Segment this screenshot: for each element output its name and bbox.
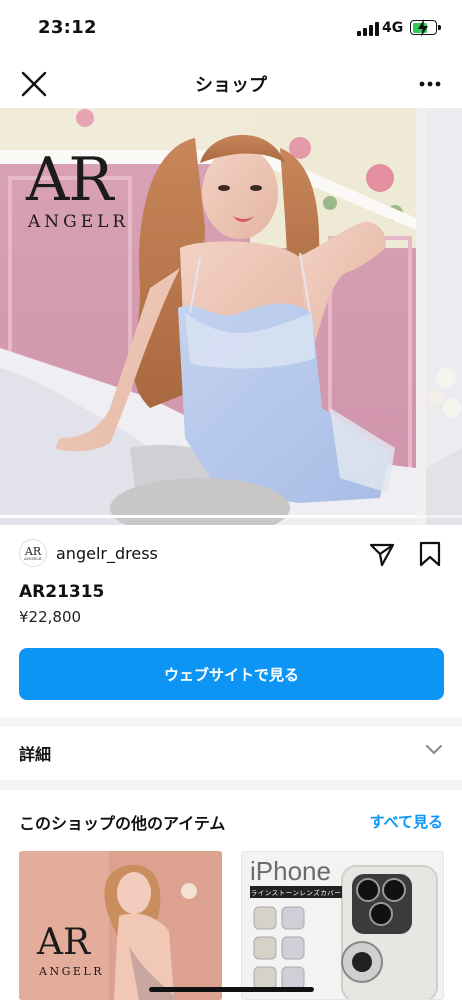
shop-item-logo-name: ANGELR xyxy=(39,965,104,978)
product-code: AR21315 xyxy=(19,582,105,602)
more-items-header: このショップの他のアイテム すべて見る xyxy=(0,800,462,840)
status-time: 23:12 xyxy=(38,17,97,38)
status-bar: 23:12 4G xyxy=(0,0,462,60)
details-section-toggle[interactable]: 詳細 xyxy=(0,727,462,780)
carousel-progress xyxy=(0,515,462,518)
page-title: ショップ xyxy=(195,75,267,96)
avatar-logo-name: ANGELR xyxy=(24,556,42,561)
shop-item-brand: iPhone xyxy=(250,856,331,886)
shop-item-banner: ラインストーンレンズカバー xyxy=(250,886,342,898)
more-horizontal-icon[interactable] xyxy=(412,70,448,98)
next-photo-peek[interactable] xyxy=(426,108,462,525)
bookmark-icon[interactable] xyxy=(417,540,443,568)
see-all-link[interactable]: すべて見る xyxy=(370,811,443,832)
brand-logo: AR ANGELR xyxy=(26,150,129,232)
avatar[interactable]: AR ANGELR xyxy=(19,539,47,567)
seller-row: AR ANGELR angelr_dress xyxy=(0,535,462,577)
next-photo-illustration xyxy=(426,108,462,525)
more-items-title: このショップの他のアイテム xyxy=(19,814,226,833)
view-website-button[interactable]: ウェブサイトで見る xyxy=(19,648,444,700)
avatar-logo-mark: AR xyxy=(24,544,42,558)
product-price: ¥22,800 xyxy=(19,608,82,626)
brand-logo-mark: AR xyxy=(26,145,114,215)
seller-username[interactable]: angelr_dress xyxy=(56,544,158,563)
chevron-down-icon xyxy=(426,745,442,754)
nav-bar: ショップ xyxy=(0,60,462,108)
shop-item-card[interactable]: iPhone ラインストーンレンズカバー xyxy=(241,851,444,1000)
home-indicator[interactable] xyxy=(149,987,314,992)
product-image-carousel[interactable]: AR ANGELR xyxy=(0,108,462,525)
details-label: 詳細 xyxy=(19,745,52,764)
network-type: 4G xyxy=(382,20,404,36)
signal-icon xyxy=(357,22,379,36)
section-divider xyxy=(0,717,462,727)
shop-item-logo-mark: AR xyxy=(37,922,91,963)
product-photo[interactable]: AR ANGELR xyxy=(0,108,416,525)
section-divider xyxy=(0,780,462,790)
share-icon[interactable] xyxy=(368,540,396,568)
shop-item-card[interactable]: AR ANGELR xyxy=(19,851,222,1000)
brand-logo-name: ANGELR xyxy=(28,212,130,232)
charging-bolt-icon xyxy=(418,19,428,37)
